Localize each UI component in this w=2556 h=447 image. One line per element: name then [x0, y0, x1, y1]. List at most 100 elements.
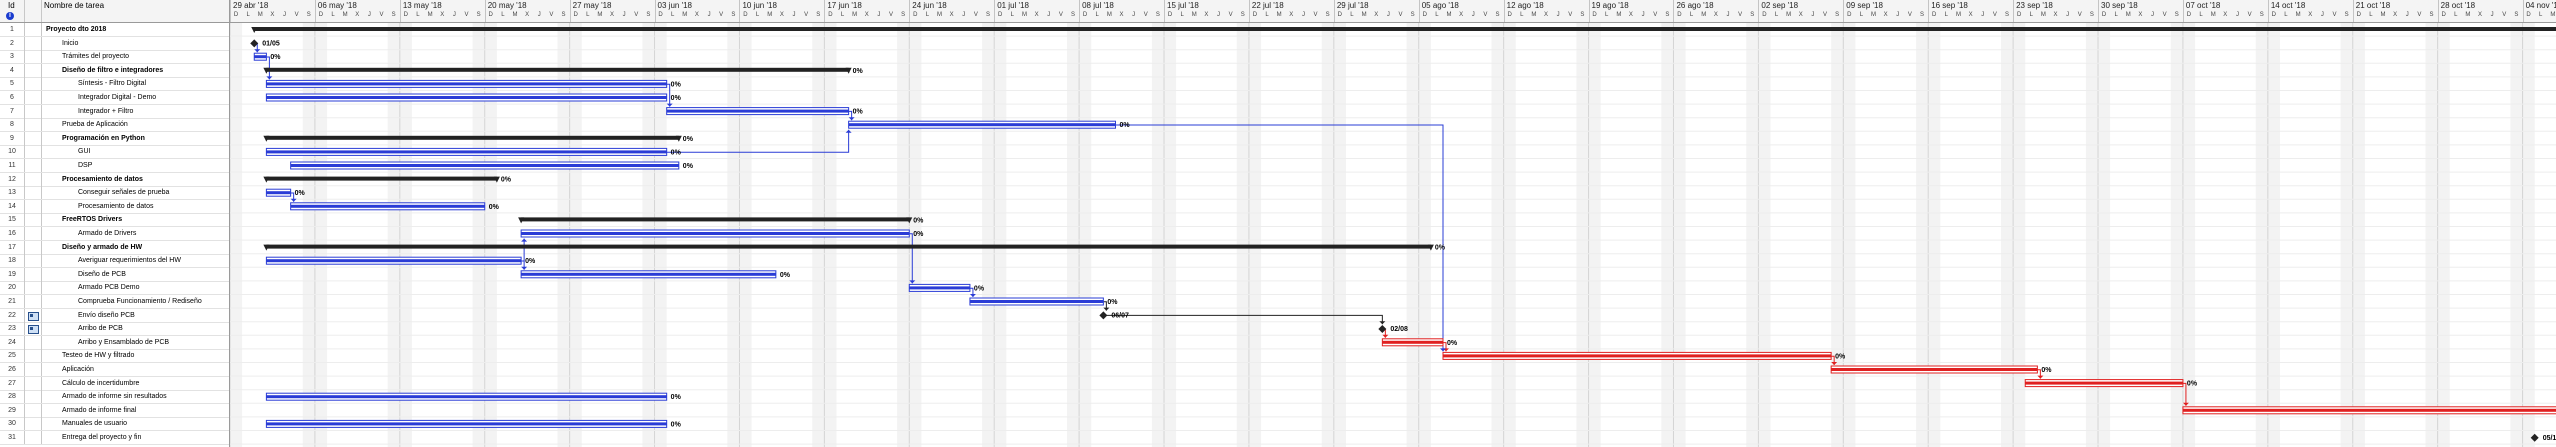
task-name[interactable]: Arribo de PCB — [78, 322, 123, 335]
task-bar[interactable]: 0% — [265, 256, 536, 265]
task-name[interactable]: Integrador + Filtro — [78, 105, 133, 118]
task-bar-fill[interactable] — [521, 272, 776, 276]
bar-label[interactable]: 0% — [270, 54, 281, 61]
bar-label[interactable]: 0% — [2187, 381, 2198, 388]
summary-bar-body[interactable] — [266, 67, 849, 72]
task-name[interactable]: Diseño y armado de HW — [62, 241, 142, 254]
task-bar-fill[interactable] — [290, 164, 679, 167]
task-bar[interactable]: 0% — [666, 107, 864, 116]
task-bar[interactable]: 0% — [265, 93, 682, 102]
task-bar[interactable]: 0% — [1381, 338, 1458, 347]
task-name[interactable]: Cálculo de incertidumbre — [62, 377, 139, 390]
bar-label[interactable]: 05/11 — [2543, 435, 2556, 442]
task-name[interactable]: Envío diseño PCB — [78, 309, 135, 322]
task-row[interactable]: 16 Armado de Drivers — [0, 227, 229, 241]
task-bar[interactable]: 0% — [1830, 365, 2052, 374]
task-row[interactable]: 3 Trámites del proyecto — [0, 50, 229, 65]
task-name[interactable]: Armado de informe final — [62, 404, 136, 417]
task-bar-fill[interactable] — [909, 286, 970, 290]
task-bar-fill[interactable] — [969, 300, 1104, 303]
bar-label[interactable]: 01/05 — [262, 41, 280, 48]
bar-label[interactable]: 0% — [671, 421, 682, 428]
summary-bar-body[interactable] — [521, 217, 910, 222]
task-row[interactable]: 9 Programación en Python — [0, 131, 229, 146]
bar-label[interactable]: 0% — [1835, 353, 1846, 360]
task-bar-fill[interactable] — [2025, 381, 2183, 385]
task-row[interactable]: 2 Inicio — [0, 36, 229, 51]
bar-label[interactable]: 0% — [489, 204, 500, 211]
summary-bar-body[interactable] — [266, 244, 1431, 249]
task-name[interactable]: Conseguir señales de prueba — [78, 186, 169, 199]
task-row[interactable]: 7 Integrador + Filtro — [0, 104, 229, 119]
bar-label[interactable]: 0% — [1119, 122, 1130, 129]
bar-label[interactable]: 0% — [2041, 367, 2052, 374]
task-row[interactable]: 23 Arribo de PCB — [0, 322, 229, 337]
bar-label[interactable]: 0% — [1447, 340, 1458, 347]
bar-label[interactable]: 0% — [853, 68, 864, 75]
bar-label[interactable]: 0% — [1435, 245, 1446, 252]
task-row[interactable]: 24 Arribo y Ensamblado de PCB — [0, 335, 229, 350]
task-row[interactable]: 25 Testeo de HW y filtrado — [0, 349, 229, 364]
task-row[interactable]: 15 FreeRTOS Drivers — [0, 213, 229, 228]
bar-label[interactable]: 0% — [671, 149, 682, 156]
task-row[interactable]: 6 Integrador Digital - Demo — [0, 91, 229, 105]
task-name[interactable]: Programación en Python — [62, 132, 145, 145]
task-name[interactable]: Trámites del proyecto — [62, 50, 129, 63]
task-row[interactable]: 19 Diseño de PCB — [0, 267, 229, 282]
bar-label[interactable]: 0% — [683, 163, 694, 170]
task-name[interactable]: Armado de informe sin resultados — [62, 390, 167, 403]
task-name[interactable]: Procesamiento de datos — [78, 200, 154, 213]
task-bar[interactable]: 0% — [908, 283, 985, 292]
task-bar[interactable]: 0% — [290, 161, 694, 170]
task-name[interactable]: Diseño de PCB — [78, 268, 126, 281]
task-row[interactable]: 20 Armado PCB Demo — [0, 281, 229, 296]
task-bar-fill[interactable] — [2182, 408, 2556, 412]
bar-label[interactable]: 0% — [525, 258, 536, 265]
task-bar[interactable]: 0% — [290, 202, 500, 211]
task-bar-fill[interactable] — [848, 123, 1116, 127]
task-row[interactable]: 8 Prueba de Aplicación — [0, 118, 229, 133]
bar-label[interactable]: 0% — [780, 272, 791, 279]
task-bar-fill[interactable] — [1382, 340, 1443, 344]
bar-label[interactable]: 0% — [671, 81, 682, 88]
task-row[interactable]: 27 Cálculo de incertidumbre — [0, 376, 229, 391]
task-bar-fill[interactable] — [1831, 368, 2038, 371]
task-bar[interactable]: 0% — [1442, 351, 1846, 360]
task-row[interactable]: 4 Diseño de filtro e integradores — [0, 63, 229, 78]
task-name[interactable]: Averiguar requerimientos del HW — [78, 254, 181, 267]
task-bar[interactable]: 0% — [848, 120, 1131, 129]
task-bar[interactable]: 0% — [265, 419, 682, 428]
task-name[interactable]: DSP — [78, 159, 92, 172]
task-bar[interactable]: 0% — [265, 392, 682, 401]
task-name[interactable]: Manuales de usuario — [62, 417, 127, 430]
task-name[interactable]: Testeo de HW y filtrado — [62, 349, 134, 362]
task-row[interactable]: 11 DSP — [0, 159, 229, 173]
calendar-constraint-icon[interactable] — [28, 325, 39, 335]
task-row[interactable]: 31 Entrega del proyecto y fin — [0, 431, 229, 445]
bar-label[interactable]: 0% — [974, 285, 985, 292]
task-name[interactable]: Aplicación — [62, 363, 94, 376]
task-bar-fill[interactable] — [290, 204, 485, 208]
bar-label[interactable]: 02/08 — [1390, 326, 1408, 333]
task-name[interactable]: Diseño de filtro e integradores — [62, 64, 163, 77]
task-row[interactable]: 12 Procesamiento de datos — [0, 172, 229, 187]
task-row[interactable]: 1 Proyecto dto 2018 — [0, 23, 229, 37]
task-row[interactable]: 14 Procesamiento de datos — [0, 199, 229, 214]
task-row[interactable]: 29 Armado de informe final — [0, 403, 229, 418]
task-name[interactable]: Entrega del proyecto y fin — [62, 431, 141, 444]
bar-label[interactable]: 0% — [671, 394, 682, 401]
task-row[interactable]: 13 Conseguir señales de prueba — [0, 186, 229, 201]
bar-label[interactable]: 0% — [501, 177, 512, 184]
task-bar[interactable] — [2182, 406, 2556, 415]
task-bar-fill[interactable] — [254, 55, 267, 59]
task-bar[interactable]: 0% — [265, 79, 682, 88]
task-bar[interactable]: 0% — [265, 147, 682, 156]
task-bar-fill[interactable] — [266, 422, 667, 426]
info-icon[interactable]: i — [6, 12, 14, 20]
bar-label[interactable]: 0% — [671, 95, 682, 102]
task-bar-fill[interactable] — [266, 191, 291, 195]
summary-bar-body[interactable] — [254, 27, 2556, 31]
task-row[interactable]: 10 GUI — [0, 145, 229, 160]
task-row[interactable]: 30 Manuales de usuario — [0, 417, 229, 432]
task-name[interactable]: Síntesis - Filtro Digital — [78, 77, 146, 90]
